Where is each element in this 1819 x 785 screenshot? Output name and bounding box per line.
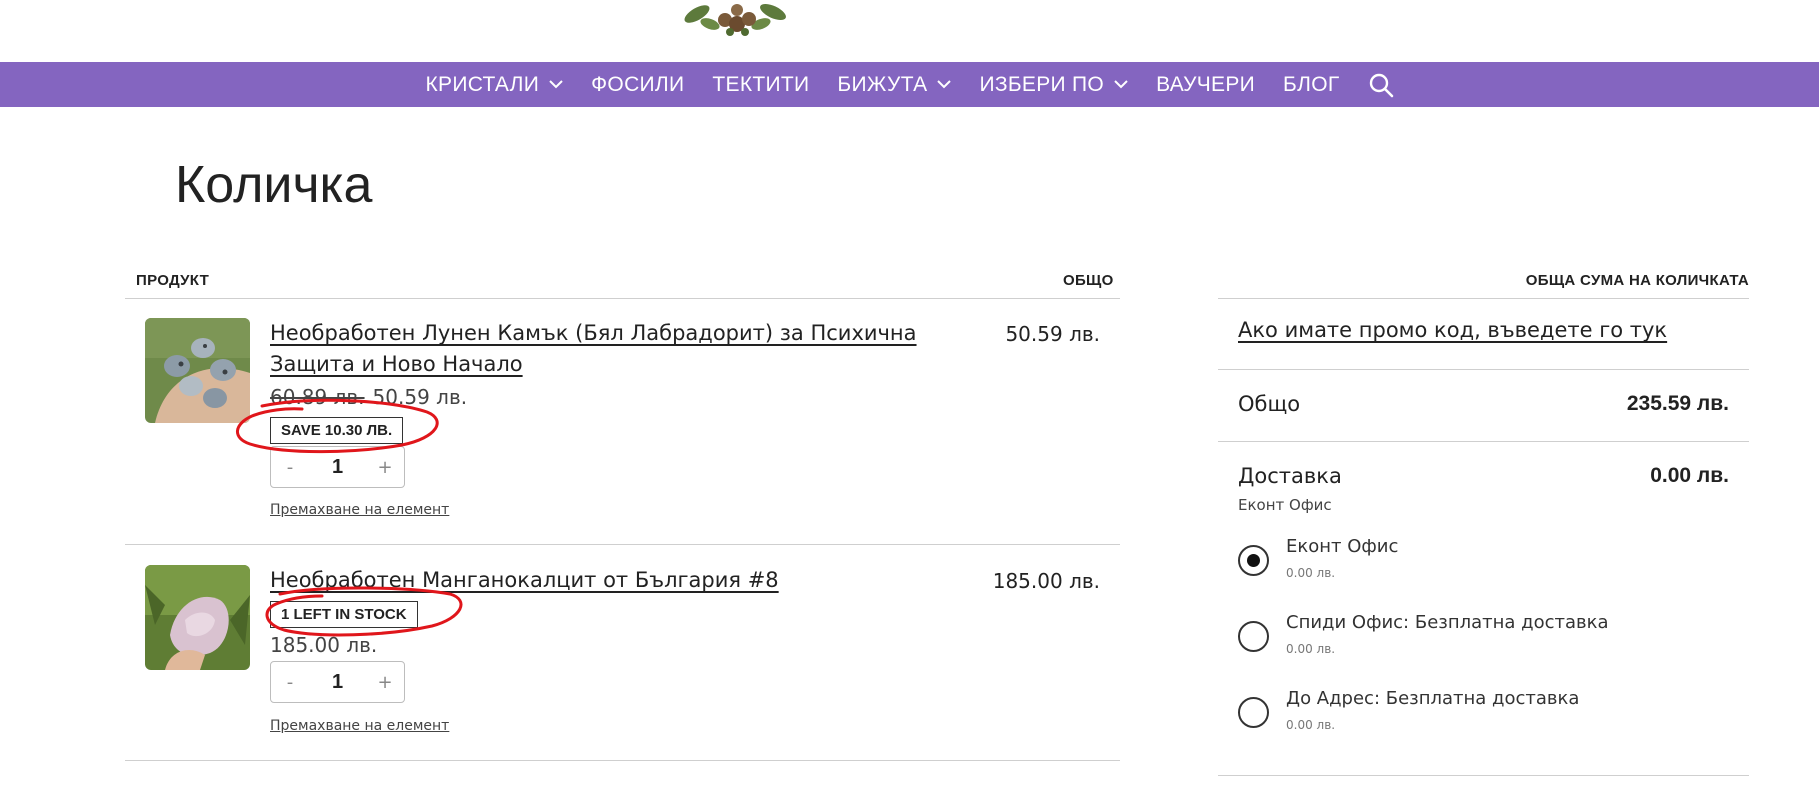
price-line: 185.00 лв. <box>270 633 377 657</box>
page-title: Количка <box>175 156 373 214</box>
divider <box>1218 441 1749 442</box>
product-image[interactable] <box>145 565 250 670</box>
shipping-option-price: 0.00 лв. <box>1286 566 1336 580</box>
chevron-down-icon <box>1114 80 1128 89</box>
quantity-stepper[interactable]: - 1 + <box>270 661 405 703</box>
nav-item-label: ВАУЧЕРИ <box>1156 72 1256 96</box>
radio-unselected[interactable] <box>1238 697 1269 728</box>
divider <box>125 760 1120 761</box>
divider <box>1218 775 1749 776</box>
quantity-increase-button[interactable]: + <box>366 662 404 702</box>
shipping-option-label: Еконт Офис <box>1286 536 1399 557</box>
nav-item-label: ФОСИЛИ <box>591 72 685 96</box>
shipping-option-label: До Адрес: Безплатна доставка <box>1286 688 1580 709</box>
quantity-value[interactable]: 1 <box>332 671 343 694</box>
shipping-value: 0.00 лв. <box>1650 464 1729 487</box>
quantity-value[interactable]: 1 <box>332 456 343 479</box>
main-nav: КРИСТАЛИ ФОСИЛИ ТЕКТИТИ БИЖУТА ИЗБЕРИ ПО… <box>0 62 1819 107</box>
nav-item-label: ТЕКТИТИ <box>712 72 810 96</box>
logo-graphic <box>684 3 786 36</box>
product-photo-moonstone <box>145 318 250 423</box>
divider <box>125 544 1120 545</box>
chevron-down-icon <box>937 80 952 89</box>
radio-unselected[interactable] <box>1238 621 1269 652</box>
quantity-stepper[interactable]: - 1 + <box>270 446 405 488</box>
nav-item-vouchers[interactable]: ВАУЧЕРИ <box>1156 73 1255 97</box>
site-logo[interactable] <box>675 0 795 38</box>
sale-price: 50.59 лв. <box>372 385 468 409</box>
divider <box>1218 298 1749 299</box>
quantity-decrease-button[interactable]: - <box>271 662 309 702</box>
cart-totals-title: ОБЩА СУМА НА КОЛИЧКАТА <box>1525 272 1749 289</box>
price-line: 60.89 лв. 50.59 лв. <box>270 385 467 409</box>
divider <box>1218 369 1749 370</box>
save-badge: SAVE 10.30 ЛВ. <box>270 417 404 444</box>
line-total: 185.00 лв. <box>992 569 1100 593</box>
nav-item-crystals[interactable]: КРИСТАЛИ <box>425 73 563 97</box>
old-price: 60.89 лв. <box>270 385 365 409</box>
shipping-option-price: 0.00 лв. <box>1286 642 1336 656</box>
promo-code-link[interactable]: Ако имате промо код, въведете го тук <box>1238 318 1667 342</box>
nav-item-tektites[interactable]: ТЕКТИТИ <box>712 73 809 97</box>
shipping-option-econt-office[interactable]: Еконт Офис 0.00 лв. <box>1238 536 1658 596</box>
nav-item-label: КРИСТАЛИ <box>425 72 540 96</box>
line-total: 50.59 лв. <box>1005 322 1100 346</box>
nav-item-fossils[interactable]: ФОСИЛИ <box>591 73 684 97</box>
shipping-option-price: 0.00 лв. <box>1286 718 1336 732</box>
shipping-option-speedy-office[interactable]: Спиди Офис: Безплатна доставка 0.00 лв. <box>1238 612 1658 672</box>
shipping-option-to-address[interactable]: До Адрес: Безплатна доставка 0.00 лв. <box>1238 688 1658 748</box>
stock-badge: 1 LEFT IN STOCK <box>270 601 418 628</box>
shipping-label: Доставка <box>1238 464 1342 488</box>
price: 185.00 лв. <box>270 633 378 657</box>
quantity-decrease-button[interactable]: - <box>271 447 309 487</box>
radio-selected[interactable] <box>1238 545 1269 576</box>
search-icon[interactable] <box>1368 72 1394 98</box>
remove-item-link[interactable]: Премахване на елемент <box>270 502 449 518</box>
nav-item-label: ИЗБЕРИ ПО <box>979 72 1105 96</box>
nav-item-label: БИЖУТА <box>837 72 928 96</box>
product-name-link[interactable]: Необработен Лунен Камък (Бял Лабрадорит)… <box>270 318 960 380</box>
product-image[interactable] <box>145 318 250 423</box>
remove-item-link[interactable]: Премахване на елемент <box>270 718 449 734</box>
radio-dot <box>1247 554 1260 567</box>
nav-item-blog[interactable]: БЛОГ <box>1283 73 1339 97</box>
subtotal-value: 235.59 лв. <box>1626 392 1729 415</box>
product-photo-manganocalcite <box>145 565 250 670</box>
shipping-selected-method: Еконт Офис <box>1238 496 1332 514</box>
chevron-down-icon <box>549 80 563 89</box>
nav-item-choose-by[interactable]: ИЗБЕРИ ПО <box>979 73 1128 97</box>
nav-item-label: БЛОГ <box>1283 72 1340 96</box>
quantity-increase-button[interactable]: + <box>366 447 404 487</box>
column-header-product: ПРОДУКТ <box>136 272 210 289</box>
column-header-total: ОБЩО <box>1063 272 1114 289</box>
nav-item-jewelry[interactable]: БИЖУТА <box>837 72 952 97</box>
divider <box>125 298 1120 299</box>
shipping-option-label: Спиди Офис: Безплатна доставка <box>1286 612 1609 633</box>
subtotal-label: Общо <box>1238 392 1301 416</box>
product-name-link[interactable]: Необработен Манганокалцит от България #8 <box>270 565 960 596</box>
